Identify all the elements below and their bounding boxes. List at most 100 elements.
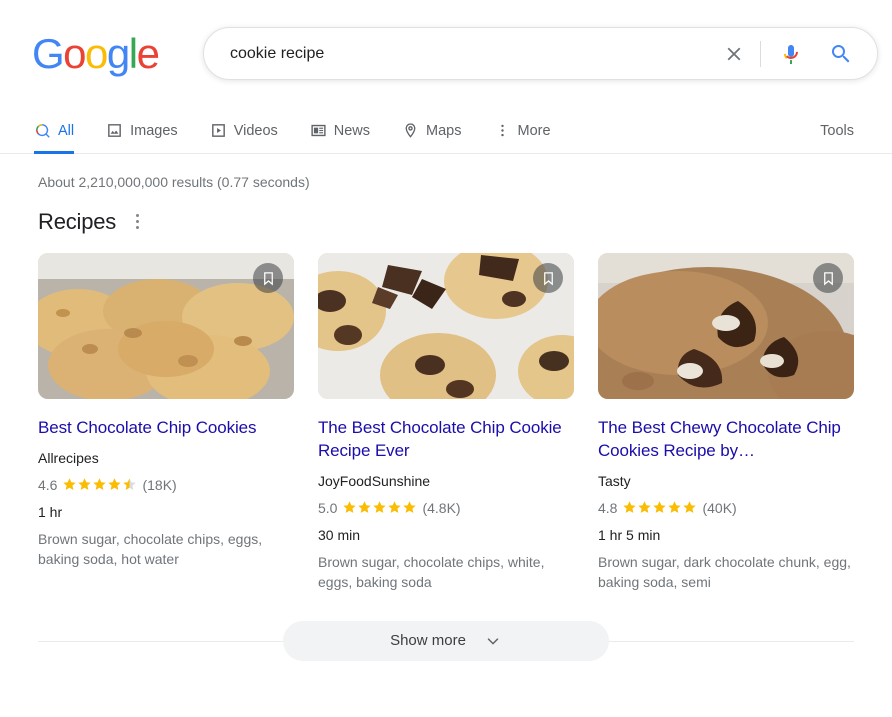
save-recipe-button[interactable] [253, 263, 283, 293]
tab-news[interactable]: News [310, 108, 386, 153]
recipe-ingredients: Brown sugar, chocolate chips, white, egg… [318, 554, 545, 591]
star-rating [622, 500, 697, 515]
active-tab-underline [34, 151, 75, 154]
logo-letter-l: l [128, 30, 138, 77]
tab-all-label: All [58, 122, 75, 139]
bookmark-icon [263, 271, 273, 285]
search-divider [760, 40, 761, 67]
search-box[interactable] [203, 27, 878, 80]
star-filled-icon [403, 500, 417, 513]
page-header: Google [0, 0, 892, 108]
recipe-time: 1 hr 5 min [598, 527, 661, 544]
recipe-time: 1 hr [38, 504, 63, 521]
show-more-label: Show more [390, 632, 466, 650]
recipe-source: Tasty [598, 473, 631, 490]
review-count: (40K) [702, 500, 737, 517]
chevron-down-icon [487, 638, 499, 645]
star-filled-icon [388, 500, 402, 513]
tab-all[interactable]: All [32, 108, 90, 154]
logo-letter-o2: o [85, 30, 108, 77]
tab-more-label: More [517, 122, 551, 139]
kebab-menu-icon [494, 122, 511, 139]
star-filled-icon [343, 500, 357, 513]
review-count: (4.8K) [422, 500, 461, 517]
star-filled-icon [638, 500, 652, 513]
search-submit-button[interactable] [819, 32, 863, 76]
rating-value: 4.6 [38, 477, 58, 494]
logo-letter-g1: G [32, 30, 65, 77]
tools-button[interactable]: Tools [820, 108, 854, 153]
google-logo[interactable]: Google [32, 30, 160, 77]
star-filled-icon [358, 500, 372, 513]
star-filled-icon [93, 477, 107, 490]
recipes-section-header: Recipes [0, 190, 892, 235]
recipe-card[interactable]: The Best Chewy Chocolate Chip Cookies Re… [598, 253, 854, 593]
show-more-section: Show more [38, 620, 854, 661]
kebab-dot [136, 214, 140, 217]
tab-videos-label: Videos [233, 122, 278, 139]
microphone-icon [784, 44, 798, 64]
save-recipe-button[interactable] [813, 263, 843, 293]
recipe-title[interactable]: The Best Chocolate Chip Cookie Recipe Ev… [318, 416, 574, 462]
close-icon [727, 47, 741, 60]
save-recipe-button[interactable] [533, 263, 563, 293]
recipe-thumbnail[interactable] [598, 253, 854, 399]
star-filled-icon [683, 500, 697, 513]
logo-letter-g2: g [106, 30, 130, 77]
tab-maps-label: Maps [426, 122, 462, 139]
bookmark-icon [543, 271, 553, 285]
tab-videos[interactable]: Videos [210, 108, 294, 153]
clear-search-button[interactable] [712, 32, 756, 76]
star-filled-icon [653, 500, 667, 513]
star-half-icon [123, 477, 137, 490]
recipe-title[interactable]: Best Chocolate Chip Cookies [38, 416, 294, 439]
star-filled-icon [108, 477, 122, 490]
star-filled-icon [373, 500, 387, 513]
bookmark-icon [823, 271, 833, 285]
tab-more[interactable]: More [494, 108, 567, 153]
kebab-dot [136, 220, 140, 223]
search-nav-bar: All Images Videos News Maps More Tools [0, 108, 892, 154]
result-stats: About 2,210,000,000 results (0.77 second… [38, 174, 310, 190]
recipe-rating: 4.6 (18K) [38, 477, 294, 493]
image-icon [106, 122, 123, 139]
rating-value: 5.0 [318, 500, 338, 517]
tab-maps[interactable]: Maps [402, 108, 477, 153]
review-count: (18K) [142, 477, 177, 494]
recipe-title[interactable]: The Best Chewy Chocolate Chip Cookies Re… [598, 416, 854, 462]
search-icon [34, 122, 51, 139]
news-icon [310, 122, 327, 139]
star-filled-icon [63, 477, 77, 490]
recipe-card[interactable]: The Best Chocolate Chip Cookie Recipe Ev… [318, 253, 574, 593]
recipe-source: JoyFoodSunshine [318, 473, 431, 490]
star-rating [62, 477, 137, 492]
star-filled-icon [78, 477, 92, 490]
logo-letter-e: e [136, 30, 160, 77]
star-filled-icon [668, 500, 682, 513]
search-icon [832, 44, 850, 62]
search-tabs: All Images Videos News Maps More [32, 108, 892, 154]
show-more-button[interactable]: Show more [283, 620, 609, 661]
recipe-rating: 4.8 (40K) [598, 500, 854, 516]
recipe-thumbnail[interactable] [38, 253, 294, 399]
recipe-card[interactable]: Best Chocolate Chip Cookies Allrecipes 4… [38, 253, 294, 593]
tab-images-label: Images [130, 122, 178, 139]
kebab-dot [136, 226, 140, 229]
location-pin-icon [402, 122, 419, 139]
recipes-options-button[interactable] [132, 208, 143, 235]
logo-letter-o1: o [63, 30, 86, 77]
recipes-title: Recipes [38, 208, 117, 234]
recipe-source: Allrecipes [38, 450, 99, 467]
star-rating [342, 500, 417, 515]
recipe-thumbnail[interactable] [318, 253, 574, 399]
recipe-time: 30 min [318, 527, 361, 544]
rating-value: 4.8 [598, 500, 618, 517]
recipe-ingredients: Brown sugar, chocolate chips, eggs, baki… [38, 531, 263, 567]
voice-search-button[interactable] [769, 32, 813, 76]
tab-images[interactable]: Images [106, 108, 194, 153]
video-icon [210, 122, 227, 139]
recipe-rating: 5.0 (4.8K) [318, 500, 574, 516]
recipe-card-list: Best Chocolate Chip Cookies Allrecipes 4… [0, 235, 892, 593]
search-input[interactable] [204, 28, 712, 79]
recipe-ingredients: Brown sugar, dark chocolate chunk, egg, … [598, 554, 851, 591]
